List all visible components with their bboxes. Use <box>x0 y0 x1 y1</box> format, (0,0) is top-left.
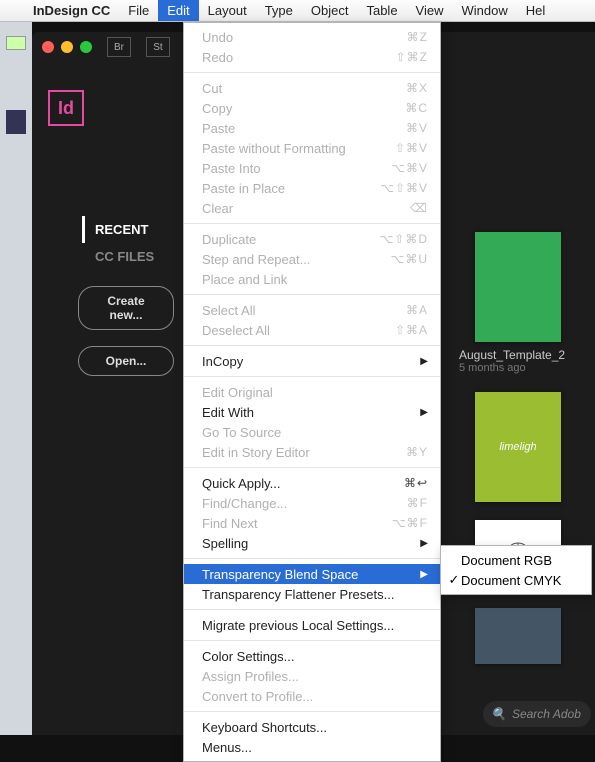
menu-item-copy: Copy⌘C <box>184 98 440 118</box>
menu-item-keyboard-shortcuts[interactable]: Keyboard Shortcuts... <box>184 717 440 737</box>
menu-type[interactable]: Type <box>256 0 302 21</box>
menu-item-go-to-source: Go To Source <box>184 422 440 442</box>
create-new-button[interactable]: Create new... <box>78 286 174 330</box>
menu-item-cut: Cut⌘X <box>184 78 440 98</box>
menu-item-edit-original: Edit Original <box>184 382 440 402</box>
menu-separator <box>184 558 440 559</box>
menu-item-step-and-repeat: Step and Repeat...⌥⌘U <box>184 249 440 269</box>
menu-item-assign-profiles: Assign Profiles... <box>184 666 440 686</box>
menu-separator <box>184 640 440 641</box>
menu-view[interactable]: View <box>407 0 453 21</box>
menu-item-clear: Clear⌫ <box>184 198 440 218</box>
menu-item-migrate-settings[interactable]: Migrate previous Local Settings... <box>184 615 440 635</box>
menu-help[interactable]: Hel <box>517 0 555 21</box>
background-window-sidebar <box>0 22 32 735</box>
menu-separator <box>184 711 440 712</box>
menu-item-paste-without-formatting: Paste without Formatting⇧⌘V <box>184 138 440 158</box>
menu-separator <box>184 294 440 295</box>
submenu-arrow-icon: ▶ <box>420 356 428 367</box>
submenu-arrow-icon: ▶ <box>420 407 428 418</box>
menu-separator <box>184 72 440 73</box>
menu-item-paste-into: Paste Into⌥⌘V <box>184 158 440 178</box>
menu-item-incopy[interactable]: InCopy▶ <box>184 351 440 371</box>
edit-menu-dropdown: Undo⌘Z Redo⇧⌘Z Cut⌘X Copy⌘C Paste⌘V Past… <box>183 22 441 762</box>
bg-palette-icon <box>6 110 26 134</box>
thumbnail-name: August_Template_2 <box>459 348 595 362</box>
bridge-launch-button[interactable]: Br <box>107 37 131 57</box>
menu-item-spelling[interactable]: Spelling▶ <box>184 533 440 553</box>
thumbnail-preview <box>475 232 561 342</box>
submenu-item-document-rgb[interactable]: Document RGB <box>441 550 591 570</box>
menu-item-transparency-flattener-presets[interactable]: Transparency Flattener Presets... <box>184 584 440 604</box>
menu-item-transparency-blend-space[interactable]: Transparency Blend Space▶ <box>184 564 440 584</box>
menu-separator <box>184 345 440 346</box>
submenu-arrow-icon: ▶ <box>420 538 428 549</box>
menu-item-menus[interactable]: Menus... <box>184 737 440 757</box>
menu-item-select-all: Select All⌘A <box>184 300 440 320</box>
menu-table[interactable]: Table <box>357 0 406 21</box>
window-zoom-button[interactable] <box>80 41 92 53</box>
menu-item-find-next: Find Next⌥⌘F <box>184 513 440 533</box>
menu-item-edit-with[interactable]: Edit With▶ <box>184 402 440 422</box>
menu-item-deselect-all: Deselect All⇧⌘A <box>184 320 440 340</box>
menu-item-convert-to-profile: Convert to Profile... <box>184 686 440 706</box>
menu-item-undo: Undo⌘Z <box>184 27 440 47</box>
menu-separator <box>184 467 440 468</box>
menu-item-edit-in-story-editor: Edit in Story Editor⌘Y <box>184 442 440 462</box>
submenu-arrow-icon: ▶ <box>420 569 428 580</box>
search-input[interactable]: 🔍 Search Adob <box>483 701 591 727</box>
open-button[interactable]: Open... <box>78 346 174 376</box>
thumbnail-time: 5 months ago <box>459 362 595 374</box>
recent-item[interactable]: limeligh <box>455 392 595 502</box>
checkmark-icon: ✓ <box>447 572 461 588</box>
submenu-item-document-cmyk[interactable]: ✓Document CMYK <box>441 570 591 590</box>
thumbnail-preview <box>475 608 561 664</box>
menu-window[interactable]: Window <box>453 0 517 21</box>
menu-file[interactable]: File <box>119 0 158 21</box>
recent-thumbnails: August_Template_2 5 months ago limeligh <box>455 232 595 682</box>
menu-item-find-change: Find/Change...⌘F <box>184 493 440 513</box>
indesign-logo-icon: Id <box>48 90 84 126</box>
menu-layout[interactable]: Layout <box>199 0 256 21</box>
system-menubar: InDesign CC File Edit Layout Type Object… <box>0 0 595 22</box>
menu-item-color-settings[interactable]: Color Settings... <box>184 646 440 666</box>
window-close-button[interactable] <box>42 41 54 53</box>
search-placeholder: Search Adob <box>512 707 581 721</box>
menu-item-duplicate: Duplicate⌥⇧⌘D <box>184 229 440 249</box>
recent-item[interactable]: August_Template_2 5 months ago <box>455 232 595 374</box>
thumbnail-preview: limeligh <box>475 392 561 502</box>
menu-separator <box>184 609 440 610</box>
search-icon: 🔍 <box>491 707 506 721</box>
menu-item-quick-apply[interactable]: Quick Apply...⌘↩ <box>184 473 440 493</box>
menu-separator <box>184 223 440 224</box>
transparency-blend-space-submenu: Document RGB ✓Document CMYK <box>440 545 592 595</box>
menu-item-paste: Paste⌘V <box>184 118 440 138</box>
menu-item-paste-in-place: Paste in Place⌥⇧⌘V <box>184 178 440 198</box>
menu-edit[interactable]: Edit <box>158 0 198 21</box>
menu-item-redo: Redo⇧⌘Z <box>184 47 440 67</box>
menu-item-place-and-link: Place and Link <box>184 269 440 289</box>
bg-thumb-icon <box>6 36 26 50</box>
menu-object[interactable]: Object <box>302 0 358 21</box>
stock-launch-button[interactable]: St <box>146 37 170 57</box>
recent-item[interactable] <box>455 608 595 664</box>
app-name[interactable]: InDesign CC <box>24 3 119 18</box>
window-minimize-button[interactable] <box>61 41 73 53</box>
menu-separator <box>184 376 440 377</box>
